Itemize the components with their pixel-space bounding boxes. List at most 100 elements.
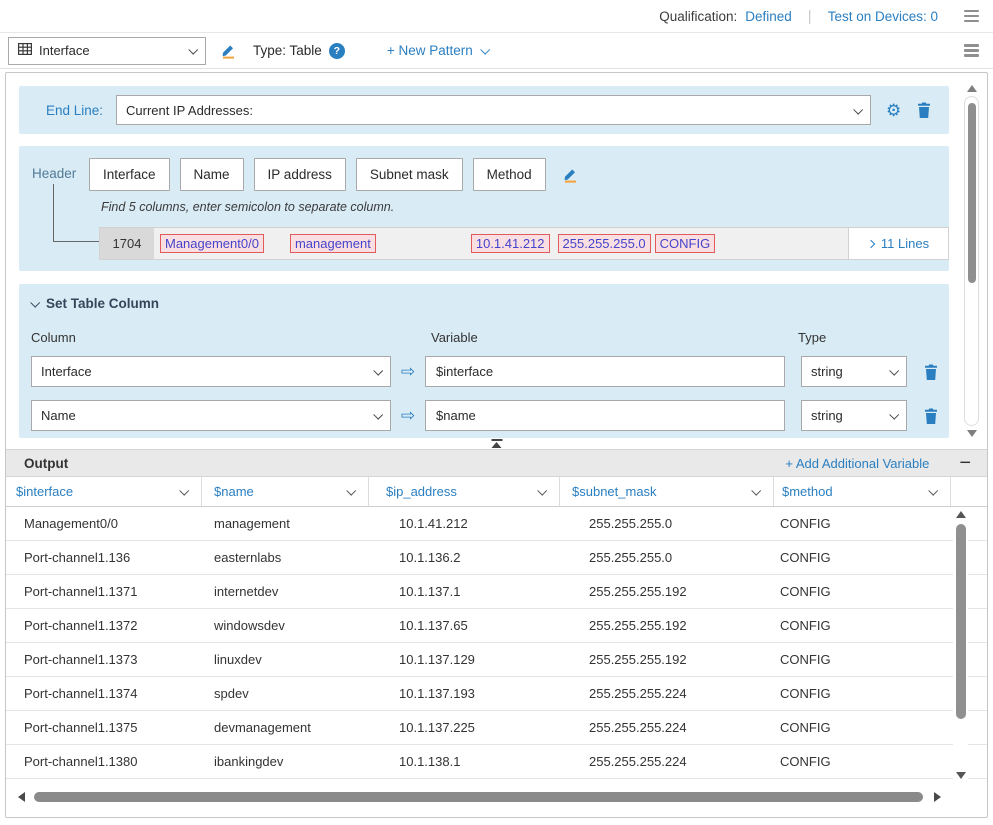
table-cell: 255.255.255.192 — [560, 609, 774, 642]
set-table-rows: Interface⇨string Name⇨ string — [19, 356, 949, 438]
pattern-token[interactable]: 10.1.41.212 — [471, 234, 550, 253]
header-label: Header — [32, 166, 76, 181]
table-row[interactable]: Port-channel1.136easternlabs10.1.136.225… — [6, 541, 987, 575]
table-row[interactable]: Port-channel1.1380ibankingdev10.1.138.12… — [6, 745, 987, 779]
scroll-down-arrow[interactable] — [956, 772, 966, 779]
scroll-left-arrow[interactable] — [18, 792, 25, 802]
output-column-header[interactable]: $ip_address — [369, 477, 560, 506]
scrollbar-track[interactable] — [964, 96, 979, 426]
table-cell: CONFIG — [774, 745, 951, 778]
scrollbar-thumb[interactable] — [34, 792, 923, 802]
table-cell: Port-channel1.1371 — [6, 575, 202, 608]
scrollbar-thumb[interactable] — [956, 524, 966, 719]
column-label: Column — [31, 330, 76, 345]
output-column-header[interactable]: $subnet_mask — [560, 477, 774, 506]
scrollbar-track[interactable] — [30, 791, 929, 803]
pattern-token[interactable]: Management0/0 — [160, 234, 264, 253]
pattern-column-button[interactable]: Subnet mask — [356, 158, 463, 191]
expand-lines-button[interactable]: 11 Lines — [848, 228, 948, 259]
table-row[interactable]: Port-channel1.1375devmanagement10.1.137.… — [6, 711, 987, 745]
table-cell: 10.1.137.65 — [369, 609, 560, 642]
top-bar: Qualification: Defined | Test on Devices… — [0, 0, 993, 33]
variable-input[interactable] — [425, 356, 785, 387]
chevron-right-icon — [867, 239, 875, 247]
output-vertical-scrollbar[interactable] — [953, 511, 968, 779]
map-arrow-icon: ⇨ — [391, 406, 425, 426]
table-cell: Port-channel1.1372 — [6, 609, 202, 642]
scroll-right-arrow[interactable] — [934, 792, 941, 802]
set-table-row: Name⇨ string — [31, 400, 949, 431]
help-icon[interactable]: ? — [329, 43, 345, 59]
scroll-up-arrow[interactable] — [967, 85, 977, 92]
variable-input[interactable] — [425, 400, 785, 431]
output-column-label: $name — [214, 484, 254, 499]
scroll-down-arrow[interactable] — [967, 430, 977, 437]
pattern-type-select[interactable]: Interface — [8, 37, 206, 65]
type-select[interactable]: string — [801, 400, 907, 431]
new-pattern-button[interactable]: + New Pattern — [387, 43, 488, 58]
table-cell: Port-channel1.1375 — [6, 711, 202, 744]
type-select[interactable]: string — [801, 356, 907, 387]
set-table-column-section: Set Table Column Column Variable Type In… — [19, 284, 949, 438]
table-cell: internetdev — [202, 575, 369, 608]
pattern-column-button[interactable]: IP address — [254, 158, 346, 191]
topbar-divider: | — [808, 8, 812, 25]
editor-vertical-scrollbar[interactable] — [963, 85, 980, 437]
end-line-value: Current IP Addresses: — [126, 103, 253, 118]
chevron-down-icon — [179, 486, 189, 496]
trash-icon[interactable] — [924, 408, 938, 424]
output-column-header[interactable]: $interface — [6, 477, 202, 506]
collapse-output-button[interactable] — [491, 438, 502, 448]
add-additional-variable-button[interactable]: + Add Additional Variable — [785, 456, 929, 471]
end-line-section: End Line: Current IP Addresses: ⚙ — [19, 86, 949, 134]
table-row[interactable]: Port-channel1.1372windowsdev10.1.137.652… — [6, 609, 987, 643]
table-cell: 10.1.136.2 — [369, 541, 560, 574]
pattern-column-button[interactable]: Method — [473, 158, 546, 191]
chevron-down-icon — [480, 45, 490, 55]
pattern-token[interactable]: management — [290, 234, 376, 253]
set-table-row: Interface⇨string — [31, 356, 949, 387]
pattern-column-button[interactable]: Name — [180, 158, 244, 191]
table-row[interactable]: Management0/0management10.1.41.212255.25… — [6, 507, 987, 541]
type-select-value: string — [811, 364, 843, 379]
table-cell: 10.1.138.1 — [369, 745, 560, 778]
set-table-column-toggle[interactable]: Set Table Column — [31, 296, 159, 311]
table-cell: 10.1.137.193 — [369, 677, 560, 710]
table-row[interactable]: Port-channel1.1371internetdev10.1.137.12… — [6, 575, 987, 609]
pattern-columns: Interface Name IP address Subnet mask Method — [89, 158, 579, 191]
output-header: Output + Add Additional Variable − — [6, 449, 987, 477]
output-body: Management0/0management10.1.41.212255.25… — [6, 507, 987, 779]
end-line-select[interactable]: Current IP Addresses: — [116, 95, 871, 125]
chevron-down-icon — [928, 486, 938, 496]
table-cell: CONFIG — [774, 507, 951, 540]
gear-icon[interactable]: ⚙ — [886, 102, 901, 119]
minimize-output-button[interactable]: − — [959, 456, 971, 470]
trash-icon[interactable] — [924, 364, 938, 380]
test-on-devices-link[interactable]: Test on Devices: 0 — [828, 9, 938, 24]
table-row[interactable]: Port-channel1.1374spdev10.1.137.193255.2… — [6, 677, 987, 711]
output-column-header[interactable]: $method — [774, 477, 951, 506]
column-select[interactable]: Name — [31, 400, 391, 431]
table-cell: 255.255.255.192 — [560, 575, 774, 608]
output-splitter — [6, 438, 987, 449]
edit-pattern-icon[interactable] — [220, 42, 237, 59]
pattern-column-button[interactable]: Interface — [89, 158, 170, 191]
table-row[interactable]: Port-channel1.1373linuxdev10.1.137.12925… — [6, 643, 987, 677]
column-select[interactable]: Interface — [31, 356, 391, 387]
scrollbar-track[interactable] — [955, 522, 967, 768]
scrollbar-thumb[interactable] — [968, 103, 976, 283]
trash-icon[interactable] — [917, 102, 931, 118]
qualification-value[interactable]: Defined — [745, 9, 792, 24]
edit-columns-icon[interactable] — [562, 166, 579, 183]
panel-menu-icon[interactable] — [964, 44, 979, 57]
menu-icon[interactable] — [964, 10, 979, 23]
pattern-token[interactable]: CONFIG — [655, 234, 716, 253]
table-cell: spdev — [202, 677, 369, 710]
column-select-value: Interface — [41, 364, 92, 379]
output-column-header[interactable]: $name — [202, 477, 369, 506]
pattern-token[interactable]: 255.255.255.0 — [558, 234, 651, 253]
scroll-up-arrow[interactable] — [956, 511, 966, 518]
output-horizontal-scrollbar[interactable] — [18, 789, 941, 804]
table-cell: ibankingdev — [202, 745, 369, 778]
qualification-label: Qualification: — [659, 9, 737, 24]
